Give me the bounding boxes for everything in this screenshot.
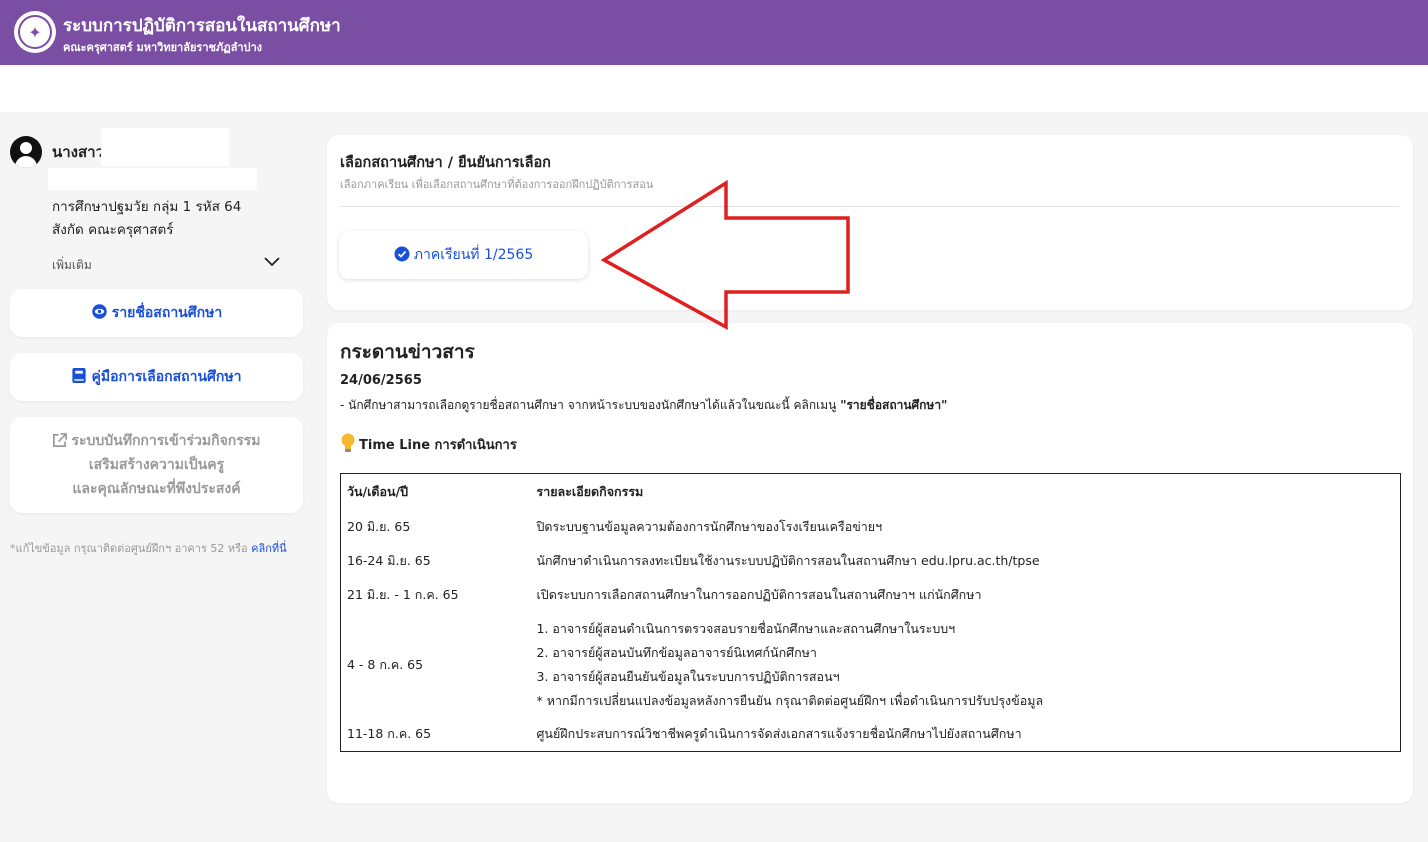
selection-guide-label: คู่มือการเลือกสถานศึกษา [91, 369, 242, 385]
news-title: กระดานข่าวสาร [340, 341, 475, 363]
school-list-label: รายชื่อสถานศึกษา [111, 305, 223, 321]
divider [340, 206, 1399, 207]
row-detail: นักศึกษาดำเนินการลงทะเบียนใช้งานระบบปฏิบ… [536, 552, 1040, 568]
table-row: 16-24 มิ.ย. 65 นักศึกษาดำเนินการลงทะเบีย… [341, 544, 1401, 578]
logo-emblem-icon: ✦ [18, 15, 52, 49]
row-date: 4 - 8 ก.ค. 65 [347, 656, 424, 672]
redacted-id-box [48, 168, 257, 190]
semester-label: ภาคเรียนที่ 1/2565 [413, 247, 534, 263]
check-circle-icon [394, 246, 410, 262]
row-date: 11-18 ก.ค. 65 [347, 726, 432, 742]
row-date: 21 มิ.ย. - 1 ก.ค. 65 [347, 586, 459, 602]
edit-info-note: *แก้ไขข้อมูล กรุณาติดต่อศูนย์ฝึกฯ อาคาร … [10, 542, 287, 555]
news-text-highlight: "รายชื่อสถานศึกษา" [840, 398, 948, 412]
sub-header-bar [0, 65, 1428, 112]
user-name: นางสาว [52, 143, 105, 161]
activity-record-button[interactable]: ระบบบันทึกการเข้าร่วมกิจกรรม เสริมสร้างค… [10, 417, 303, 513]
app-subtitle: คณะครุศาสตร์ มหาวิทยาลัยราชภัฏลำปาง [63, 41, 263, 54]
eye-icon [92, 304, 107, 319]
activity-record-label-line-1: ระบบบันทึกการเข้าร่วมกิจกรรม [52, 429, 261, 453]
timeline-table: วัน/เดือน/ปี รายละเอียดกิจกรรม 20 มิ.ย. … [340, 473, 1401, 752]
annotation-arrow-icon [600, 180, 850, 330]
row-detail: เปิดระบบการเลือกสถานศึกษาในการออกปฏิบัติ… [536, 586, 982, 602]
table-row: 21 มิ.ย. - 1 ก.ค. 65 เปิดระบบการเลือกสถา… [341, 578, 1401, 612]
click-here-link[interactable]: คลิกที่นี่ [251, 542, 287, 555]
semester-button[interactable]: ภาคเรียนที่ 1/2565 [339, 231, 588, 279]
row-detail: 1. อาจารย์ผู้สอนดำเนินการตรวจสอบรายชื่อน… [536, 620, 1044, 708]
selection-guide-button[interactable]: คู่มือการเลือกสถานศึกษา [10, 353, 303, 401]
column-header-date: วัน/เดือน/ปี [347, 483, 409, 499]
chevron-down-icon[interactable] [262, 252, 282, 272]
more-info-toggle[interactable]: เพิ่มเติม [52, 256, 92, 275]
select-school-card: เลือกสถานศึกษา / ยืนยันการเลือก เลือกภาค… [327, 135, 1413, 310]
top-bar: ✦ ระบบการปฏิบัติการสอนในสถานศึกษา คณะครุ… [0, 0, 1428, 65]
select-card-title: เลือกสถานศึกษา / ยืนยันการเลือก [340, 155, 551, 171]
app-title: ระบบการปฏิบัติการสอนในสถานศึกษา [63, 16, 341, 36]
table-row: 4 - 8 ก.ค. 65 1. อาจารย์ผู้สอนดำเนินการต… [341, 612, 1401, 718]
column-header-detail: รายละเอียดกิจกรรม [536, 483, 644, 499]
row-detail: ปิดระบบฐานข้อมูลความต้องการนักศึกษาของโร… [536, 518, 883, 534]
news-board-card: กระดานข่าวสาร 24/06/2565 - นักศึกษาสามาร… [327, 323, 1413, 803]
activity-record-label-line-3: และคุณลักษณะที่พึงประสงค์ [72, 481, 241, 497]
user-faculty: สังกัด คณะครุศาสตร์ [52, 222, 174, 238]
university-logo[interactable]: ✦ [14, 11, 56, 53]
school-list-button[interactable]: รายชื่อสถานศึกษา [10, 289, 303, 337]
redacted-name-box [101, 128, 229, 166]
row-detail: ศูนย์ฝึกประสบการณ์วิชาชีพครูดำเนินการจัด… [536, 726, 1022, 742]
activity-record-label-line-2: เสริมสร้างความเป็นครู [88, 457, 225, 473]
row-date: 16-24 มิ.ย. 65 [347, 552, 431, 568]
table-row: 11-18 ก.ค. 65 ศูนย์ฝึกประสบการณ์วิชาชีพค… [341, 718, 1401, 752]
external-link-icon [53, 433, 68, 447]
news-text: - นักศึกษาสามารถเลือกดูรายชื่อสถานศึกษา … [340, 398, 948, 412]
news-date: 24/06/2565 [340, 373, 422, 388]
table-row: 20 มิ.ย. 65 ปิดระบบฐานข้อมูลความต้องการน… [341, 510, 1401, 544]
timeline-title: Time Line การดำเนินการ [340, 433, 517, 455]
row-date: 20 มิ.ย. 65 [347, 518, 411, 534]
book-icon [72, 367, 87, 384]
user-major: การศึกษาปฐมวัย กลุ่ม 1 รหัส 64 [52, 199, 242, 215]
table-header-row: วัน/เดือน/ปี รายละเอียดกิจกรรม [341, 474, 1401, 510]
lightbulb-icon [341, 433, 355, 452]
user-icon [10, 136, 42, 168]
